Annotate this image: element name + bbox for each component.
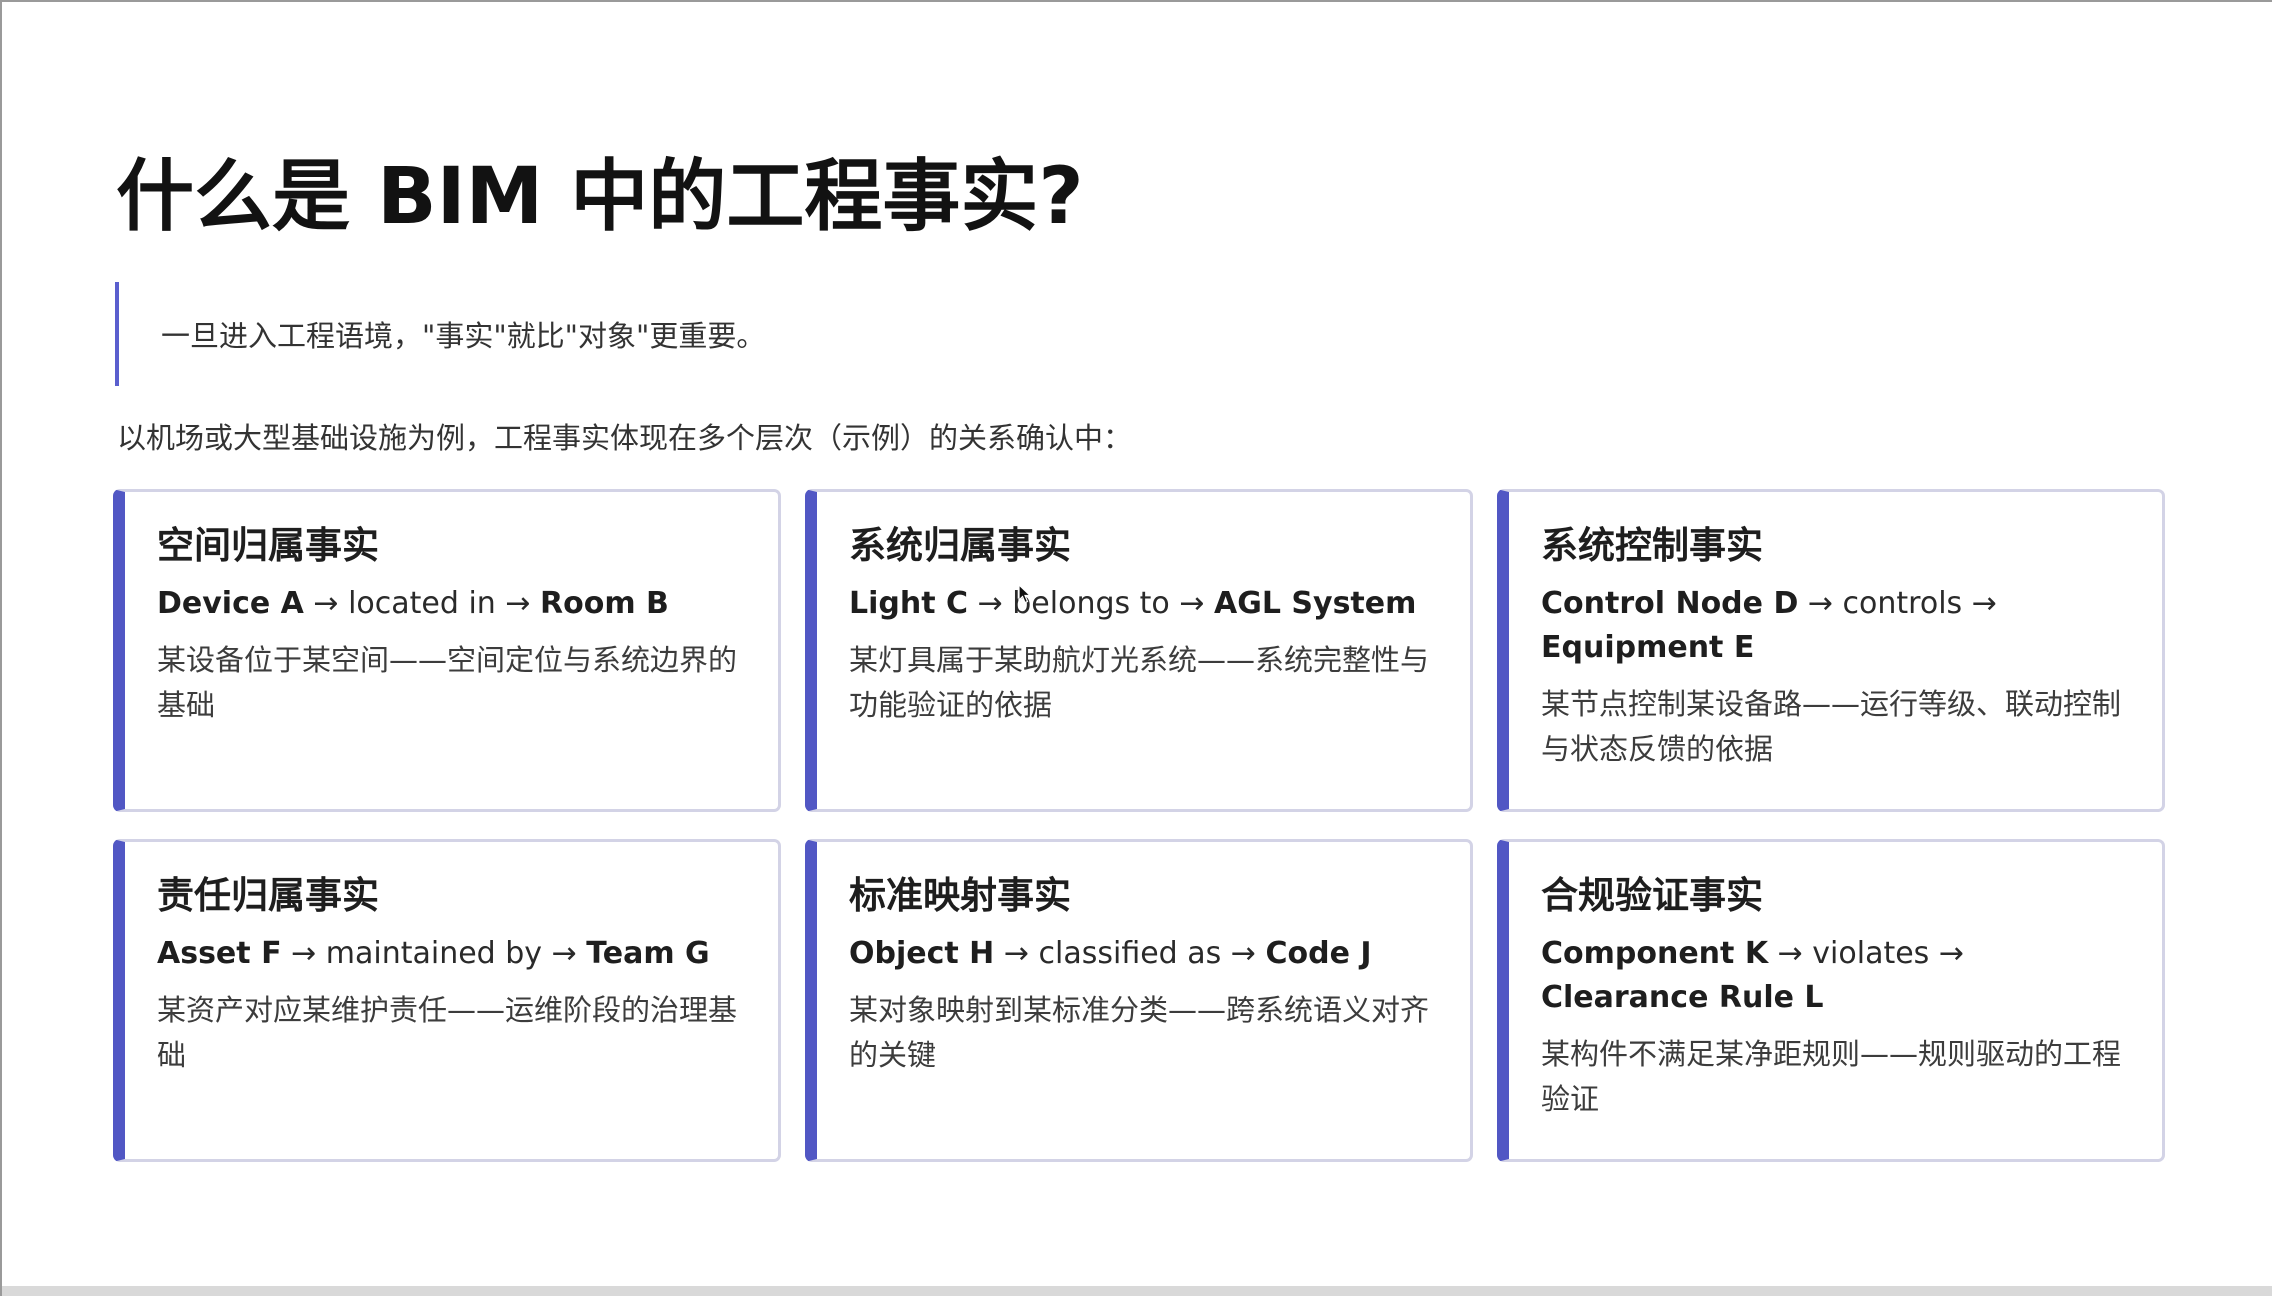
card-title: 责任归属事实	[157, 874, 379, 917]
card-description: 某设备位于某空间——空间定位与系统边界的基础	[157, 643, 738, 723]
card-relation: Device A → located in → Room B	[157, 582, 744, 626]
mouse-pointer-icon	[1018, 584, 1032, 604]
card-description: 某灯具属于某助航灯光系统——系统完整性与功能验证的依据	[849, 643, 1430, 723]
relation-subject: Component K	[1541, 936, 1769, 972]
card-relation: Asset F → maintained by → Team G	[157, 932, 744, 976]
relation-subject: Object H	[849, 936, 995, 972]
card-title: 系统控制事实	[1541, 524, 1763, 567]
relation-subject: Device A	[157, 586, 304, 622]
fact-card-spatial: 空间归属事实 Device A → located in → Room B 某设…	[113, 489, 781, 812]
fact-card-standard-mapping: 标准映射事实 Object H → classified as → Code J…	[805, 839, 1473, 1162]
card-relation: Component K → violates → Clearance Rule …	[1541, 932, 2128, 1020]
fact-card-responsibility: 责任归属事实 Asset F → maintained by → Team G …	[113, 839, 781, 1162]
card-relation: Control Node D → controls → Equipment E	[1541, 582, 2128, 670]
card-relation: Object H → classified as → Code J	[849, 932, 1436, 976]
relation-subject: Light C	[849, 586, 969, 622]
relation-predicate: → classified as →	[994, 936, 1266, 972]
card-title: 系统归属事实	[849, 524, 1071, 567]
card-title: 合规验证事实	[1541, 874, 1763, 917]
relation-predicate: → located in →	[303, 586, 541, 622]
relation-predicate: → violates →	[1768, 936, 1964, 972]
card-relation: Light C → belongs to → AGL System	[849, 582, 1436, 626]
intro-text: 以机场或大型基础设施为例，工程事实体现在多个层次（示例）的关系确认中：	[117, 421, 1133, 455]
relation-subject: Control Node D	[1541, 586, 1799, 622]
card-description: 某对象映射到某标准分类——跨系统语义对齐的关键	[849, 993, 1430, 1073]
fact-card-system-control: 系统控制事实 Control Node D → controls → Equip…	[1497, 489, 2165, 812]
fact-card-compliance: 合规验证事实 Component K → violates → Clearanc…	[1497, 839, 2165, 1162]
card-description: 某构件不满足某净距规则——规则驱动的工程验证	[1541, 1037, 2122, 1117]
relation-object: Code J	[1265, 936, 1372, 972]
relation-subject: Asset F	[157, 936, 282, 972]
card-title: 标准映射事实	[849, 874, 1071, 917]
relation-object: Equipment E	[1541, 630, 1755, 666]
blockquote: 一旦进入工程语境，"事实"就比"对象"更重要。	[115, 282, 765, 386]
relation-object: AGL System	[1214, 586, 1417, 622]
page-bottom-band	[2, 1286, 2272, 1296]
relation-predicate: → maintained by →	[281, 936, 587, 972]
relation-predicate: → belongs to →	[968, 586, 1214, 622]
relation-predicate: → controls →	[1798, 586, 1997, 622]
quote-text: 一旦进入工程语境，"事实"就比"对象"更重要。	[161, 319, 766, 353]
relation-object: Room B	[540, 586, 669, 622]
fact-card-system-membership: 系统归属事实 Light C → belongs to → AGL System…	[805, 489, 1473, 812]
card-title: 空间归属事实	[157, 524, 379, 567]
relation-object: Clearance Rule L	[1541, 980, 1824, 1016]
card-description: 某节点控制某设备路——运行等级、联动控制与状态反馈的依据	[1541, 687, 2122, 767]
page-title: 什么是 BIM 中的工程事实?	[116, 152, 1084, 242]
relation-object: Team G	[586, 936, 710, 972]
fact-cards-grid: 空间归属事实 Device A → located in → Room B 某设…	[113, 489, 2165, 1162]
card-description: 某资产对应某维护责任——运维阶段的治理基础	[157, 993, 738, 1073]
